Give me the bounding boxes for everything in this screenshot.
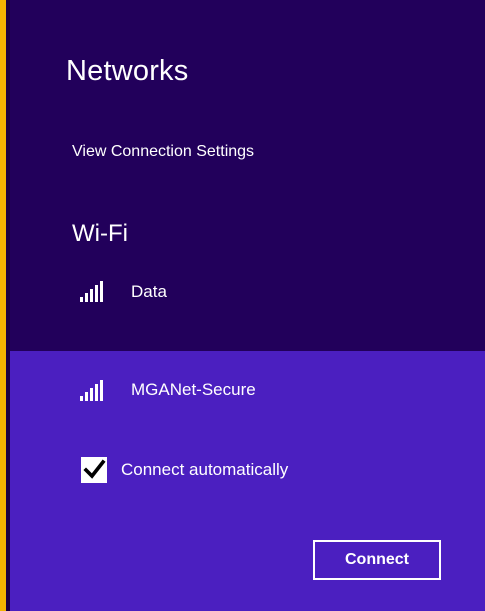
network-item-data[interactable]: Data — [10, 270, 485, 350]
connect-automatically-label: Connect automatically — [121, 460, 289, 479]
checkmark-icon — [83, 459, 106, 479]
network-name: MGANet-Secure — [131, 380, 256, 399]
connect-automatically-checkbox[interactable] — [81, 457, 107, 483]
wifi-section-title: Wi-Fi — [72, 220, 128, 247]
page-title: Networks — [66, 55, 189, 87]
network-item-mganet-secure[interactable]: MGANet-Secure — [10, 360, 485, 420]
wifi-signal-icon — [80, 280, 106, 307]
connect-button[interactable]: Connect — [313, 540, 441, 580]
view-connection-settings-link[interactable]: View Connection Settings — [72, 143, 254, 161]
wifi-signal-icon — [80, 379, 106, 406]
networks-flyout: Networks View Connection Settings Wi-Fi … — [0, 0, 485, 611]
network-name: Data — [131, 282, 167, 301]
